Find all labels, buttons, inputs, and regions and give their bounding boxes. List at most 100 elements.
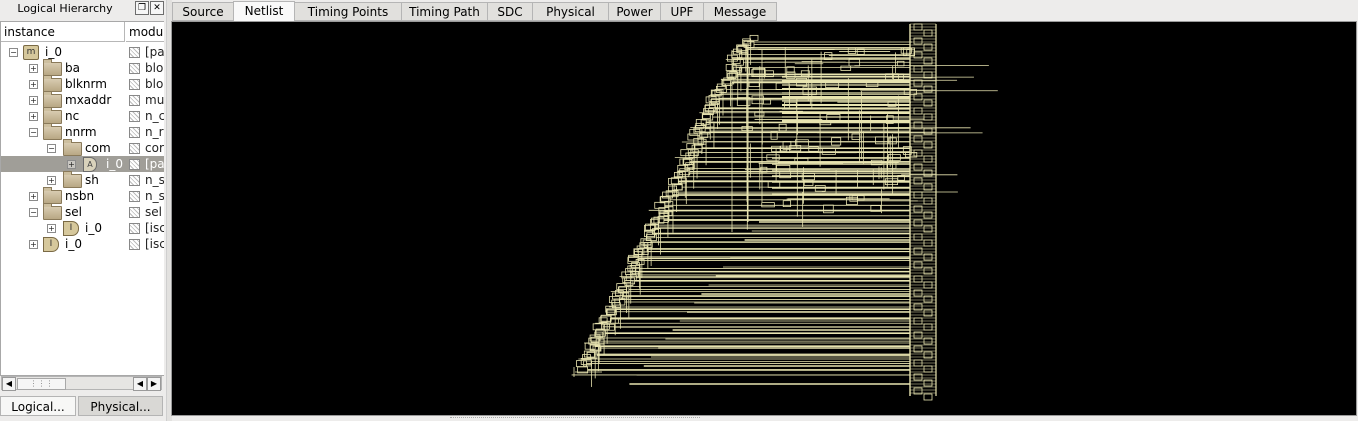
tree-item-module: [pa xyxy=(145,45,164,59)
tree-item-label: ba xyxy=(65,61,80,75)
netlist-cell[interactable] xyxy=(847,47,857,54)
panel-title: Logical Hierarchy xyxy=(17,2,113,15)
tree-item-label: nc xyxy=(65,109,80,123)
hierarchy-tree[interactable]: instance modu − m i_0 [pa + ba blo + blknrm blo + m… xyxy=(0,21,164,376)
tree-item-module: [pa xyxy=(145,157,164,171)
tree-row[interactable]: − sel sel xyxy=(1,203,164,220)
module-type-icon xyxy=(129,239,140,250)
module-type-icon xyxy=(129,127,140,138)
module-type-icon xyxy=(129,207,140,218)
tab-logical[interactable]: Logical... xyxy=(0,396,76,416)
bottom-resize-grip[interactable] xyxy=(450,417,700,421)
tree-item-module: n_s xyxy=(145,173,164,187)
scroll-thumb[interactable]: ⋮⋮⋮ xyxy=(17,378,66,390)
tree-row[interactable]: + nc n_c xyxy=(1,107,164,124)
module-type-icon xyxy=(129,95,140,106)
tree-item-module: n_c xyxy=(145,109,164,123)
folder-icon xyxy=(43,123,62,140)
tab-upf[interactable]: UPF xyxy=(660,2,704,21)
tree-row[interactable]: + blknrm blo xyxy=(1,75,164,92)
tab-netlist[interactable]: Netlist xyxy=(233,1,295,22)
tab-timing-points[interactable]: Timing Points xyxy=(294,2,402,21)
tree-item-label: i_0 xyxy=(106,157,123,171)
module-type-icon xyxy=(129,159,140,170)
restore-icon[interactable]: ❐ xyxy=(135,1,149,15)
horizontal-scrollbar[interactable]: ◀ ⋮⋮⋮ ◀ ▶ xyxy=(1,376,162,391)
tree-row[interactable]: − nnrm n_r xyxy=(1,123,164,140)
expand-icon[interactable]: + xyxy=(29,112,38,121)
tree-item-label: i_0 xyxy=(65,237,82,251)
tab-message[interactable]: Message xyxy=(703,2,777,21)
netlist-cell[interactable] xyxy=(761,202,775,208)
folder-icon xyxy=(43,59,62,76)
tree-item-module: blo xyxy=(145,61,164,75)
module-type-icon xyxy=(129,191,140,202)
tree-item-module: sel xyxy=(145,205,162,219)
netlist-cell[interactable] xyxy=(673,184,683,191)
collapse-icon[interactable]: − xyxy=(29,128,38,137)
collapse-icon[interactable]: − xyxy=(29,208,38,217)
netlist-cell[interactable] xyxy=(622,277,632,284)
column-header-instance[interactable]: instance xyxy=(1,22,125,42)
instance-icon: I xyxy=(43,237,59,252)
scroll-right-icon[interactable]: ▶ xyxy=(147,377,161,391)
netlist-cell[interactable] xyxy=(749,34,759,41)
netlist-cell[interactable] xyxy=(608,296,620,303)
netlist-cell[interactable] xyxy=(875,136,889,145)
tab-physical[interactable]: Physical... xyxy=(78,396,163,416)
netlist-cell[interactable] xyxy=(823,204,834,214)
and-gate-icon: A xyxy=(83,157,97,172)
tree-row[interactable]: + Ai_0 [pa xyxy=(1,156,164,172)
netlist-cell[interactable] xyxy=(624,280,634,286)
module-type-icon xyxy=(129,63,140,74)
netlist-cell[interactable] xyxy=(691,144,703,152)
tab-timing-path[interactable]: Timing Path xyxy=(401,2,488,21)
netlist-canvas[interactable] xyxy=(171,21,1357,416)
folder-icon xyxy=(43,75,62,92)
instance-icon: I xyxy=(63,221,79,236)
expand-icon[interactable]: + xyxy=(29,96,38,105)
tree-row[interactable]: + nsbn n_s xyxy=(1,187,164,204)
scroll-left-icon[interactable]: ◀ xyxy=(2,377,16,391)
netlist-cell[interactable] xyxy=(923,393,933,401)
module-type-icon xyxy=(129,143,140,154)
tree-row[interactable]: + Ii_0 [isc xyxy=(1,236,164,252)
tree-row[interactable]: + sh n_s xyxy=(1,171,164,188)
tree-item-label: i_0 xyxy=(85,221,102,235)
tree-row[interactable]: + ba blo xyxy=(1,59,164,76)
tree-item-module: [isc xyxy=(145,237,164,251)
expand-icon[interactable]: + xyxy=(29,64,38,73)
tree-row[interactable]: − com cor xyxy=(1,139,164,156)
scroll-left-end-icon[interactable]: ◀ xyxy=(133,377,147,391)
collapse-icon[interactable]: − xyxy=(9,48,18,57)
folder-icon xyxy=(43,91,62,108)
expand-icon[interactable]: + xyxy=(47,224,56,233)
tree-row[interactable]: + mxaddr mu xyxy=(1,91,164,108)
column-header-module[interactable]: modu xyxy=(126,22,164,42)
tree-item-label: com xyxy=(85,141,111,155)
expand-icon[interactable]: + xyxy=(29,80,38,89)
tree-item-label: nnrm xyxy=(65,125,97,139)
folder-icon xyxy=(43,203,62,220)
expand-icon[interactable]: + xyxy=(29,240,38,249)
tab-source[interactable]: Source xyxy=(172,2,234,21)
collapse-icon[interactable]: − xyxy=(47,144,56,153)
netlist-cell[interactable] xyxy=(840,65,852,71)
tab-sdc[interactable]: SDC xyxy=(487,2,533,21)
folder-icon xyxy=(63,171,82,188)
tree-item-module: mu xyxy=(145,93,164,107)
tab-physical[interactable]: Physical xyxy=(532,2,609,21)
folder-icon xyxy=(43,107,62,124)
close-icon[interactable]: ✕ xyxy=(150,1,164,15)
netlist-schematic[interactable] xyxy=(172,22,1356,415)
expand-icon[interactable]: + xyxy=(47,176,56,185)
tree-item-module: cor xyxy=(145,141,164,155)
tree-row[interactable]: − m i_0 [pa xyxy=(1,44,164,60)
expand-icon[interactable]: + xyxy=(67,160,76,169)
tab-power[interactable]: Power xyxy=(608,2,661,21)
module-type-icon xyxy=(129,223,140,234)
module-icon: m xyxy=(23,45,39,60)
expand-icon[interactable]: + xyxy=(29,192,38,201)
tree-item-module: n_r xyxy=(145,125,164,139)
tree-row[interactable]: + Ii_0 [isc xyxy=(1,220,164,236)
